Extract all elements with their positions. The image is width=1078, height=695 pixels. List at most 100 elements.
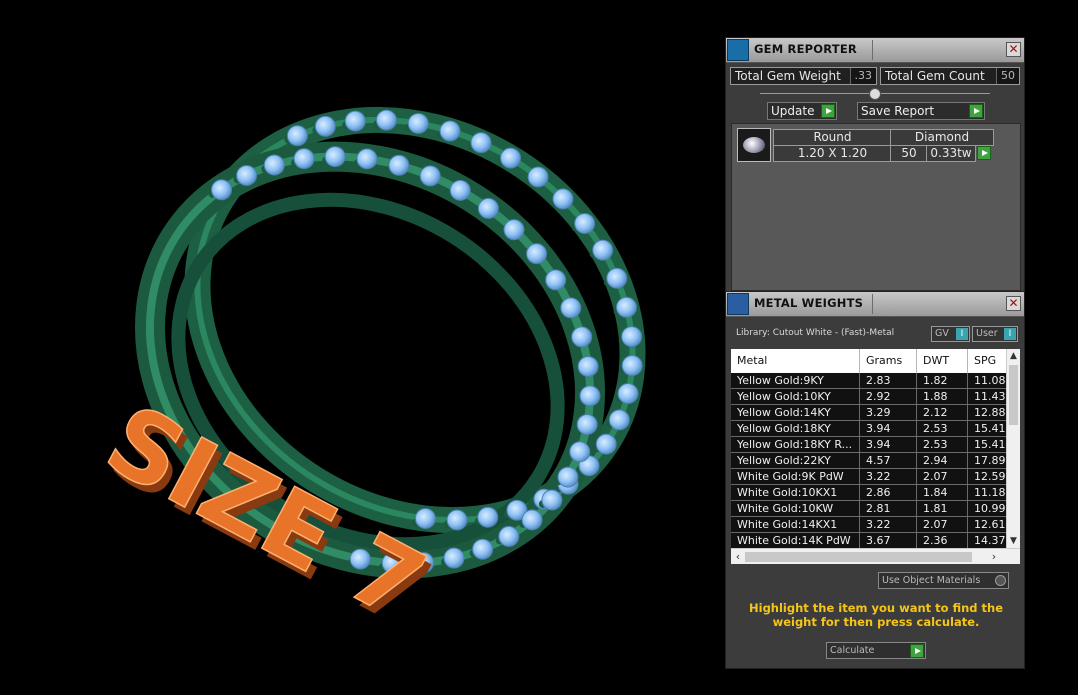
gem-size: 1.20 X 1.20 bbox=[773, 145, 892, 162]
close-icon[interactable]: ✕ bbox=[1006, 296, 1021, 311]
grams-cell: 2.81 bbox=[860, 501, 917, 517]
diamond-stone bbox=[557, 466, 579, 488]
size-7-model-text: SIZE 7 SIZE 7 bbox=[88, 383, 447, 650]
diamond-stone bbox=[314, 115, 336, 137]
diamond-stone bbox=[621, 355, 643, 377]
scroll-left-icon[interactable]: ‹ bbox=[731, 549, 745, 564]
spg-cell: 11.08 bbox=[968, 373, 1007, 389]
column-header-spg[interactable]: SPG bbox=[968, 349, 1007, 373]
grams-cell: 3.94 bbox=[860, 421, 917, 437]
ring-render: SIZE 7 SIZE 7 bbox=[88, 106, 646, 650]
metal-cell: Yellow Gold:10KY bbox=[731, 389, 860, 405]
update-button[interactable]: Update bbox=[767, 102, 837, 120]
table-row[interactable]: Yellow Gold:18KY 3.94 2.53 15.41 bbox=[731, 421, 1007, 437]
metal-weights-title: METAL WEIGHTS bbox=[754, 296, 864, 310]
grams-cell: 3.29 bbox=[860, 405, 917, 421]
scroll-thumb[interactable] bbox=[1009, 365, 1018, 425]
metal-cell: White Gold:10KX1 bbox=[731, 485, 860, 501]
dwt-cell: 2.07 bbox=[917, 469, 968, 485]
metal-weights-titlebar[interactable]: METAL WEIGHTS ✕ bbox=[726, 292, 1024, 317]
gem-shape: Round bbox=[773, 129, 892, 146]
dwt-cell: 2.12 bbox=[917, 405, 968, 421]
metal-weights-icon bbox=[727, 293, 749, 315]
table-row[interactable]: Yellow Gold:18KY R... 3.94 2.53 15.41 bbox=[731, 437, 1007, 453]
diamond-stone bbox=[500, 147, 522, 169]
calculate-button[interactable]: Calculate bbox=[826, 642, 926, 659]
round-diamond-thumbnail[interactable] bbox=[737, 128, 771, 162]
table-row[interactable]: White Gold:10KX1 2.86 1.84 11.18 bbox=[731, 485, 1007, 501]
column-header-grams[interactable]: Grams bbox=[860, 349, 917, 373]
column-header-metal[interactable]: Metal bbox=[731, 349, 860, 373]
gem-type: Diamond bbox=[890, 129, 994, 146]
splitter-handle[interactable] bbox=[869, 88, 881, 100]
column-header-dwt[interactable]: DWT bbox=[917, 349, 968, 373]
dwt-cell: 1.82 bbox=[917, 373, 968, 389]
scroll-thumb[interactable] bbox=[745, 552, 972, 562]
table-row[interactable]: Yellow Gold:9KY 2.83 1.82 11.08 bbox=[731, 373, 1007, 389]
metal-cell: White Gold:14KX1 bbox=[731, 517, 860, 533]
user-button[interactable]: I bbox=[1004, 328, 1016, 340]
spg-cell: 15.41 bbox=[968, 421, 1007, 437]
diamond-stone bbox=[608, 409, 630, 431]
diamond-stone bbox=[552, 188, 574, 210]
scroll-right-icon[interactable]: › bbox=[987, 549, 1001, 564]
instruction-text: Highlight the item you want to find the … bbox=[749, 601, 1003, 629]
grams-cell: 3.94 bbox=[860, 437, 917, 453]
table-body: Yellow Gold:9KY 2.83 1.82 11.08 Yellow Gold:… bbox=[731, 373, 1007, 549]
table-row[interactable]: White Gold:9K PdW 3.22 2.07 12.59 bbox=[731, 469, 1007, 485]
metal-cell: White Gold:10KW bbox=[731, 501, 860, 517]
spg-cell: 17.89 bbox=[968, 453, 1007, 469]
gem-weight: 0.33tw bbox=[926, 145, 976, 162]
use-object-materials-label: Use Object Materials bbox=[882, 575, 981, 586]
use-object-materials-toggle[interactable]: Use Object Materials bbox=[878, 572, 1009, 589]
total-gem-count-field: Total Gem Count 50 bbox=[880, 67, 1020, 85]
scroll-down-icon[interactable]: ▼ bbox=[1007, 534, 1020, 548]
gem-list: Round Diamond 1.20 X 1.20 50 0.33tw bbox=[731, 123, 1021, 291]
table-row[interactable]: White Gold:14KX1 3.22 2.07 12.61 bbox=[731, 517, 1007, 533]
table-row[interactable]: Yellow Gold:22KY 4.57 2.94 17.89 bbox=[731, 453, 1007, 469]
diamond-stone bbox=[560, 297, 582, 319]
gv-button[interactable]: I bbox=[956, 328, 968, 340]
diamond-stone bbox=[446, 509, 468, 531]
scroll-up-icon[interactable]: ▲ bbox=[1007, 349, 1020, 363]
update-label: Update bbox=[771, 104, 815, 118]
titlebar-divider bbox=[872, 294, 873, 314]
close-icon[interactable]: ✕ bbox=[1006, 42, 1021, 57]
horizontal-scrollbar[interactable]: ‹ › bbox=[731, 548, 1020, 564]
gem-detail-play-icon[interactable] bbox=[977, 146, 991, 160]
user-toggle[interactable]: User I bbox=[972, 326, 1018, 342]
table-row[interactable]: Yellow Gold:14KY 3.29 2.12 12.88 bbox=[731, 405, 1007, 421]
dwt-cell: 2.53 bbox=[917, 437, 968, 453]
gem-reporter-titlebar[interactable]: GEM REPORTER ✕ bbox=[726, 38, 1024, 63]
calculate-label: Calculate bbox=[830, 645, 875, 656]
diamond-stone bbox=[617, 382, 639, 404]
table-row[interactable]: White Gold:10KW 2.81 1.81 10.99 bbox=[731, 501, 1007, 517]
spg-cell: 11.43 bbox=[968, 389, 1007, 405]
gv-toggle[interactable]: GV I bbox=[931, 326, 970, 342]
total-gem-count-value: 50 bbox=[996, 68, 1019, 84]
diamond-stone bbox=[577, 355, 599, 377]
dwt-cell: 1.88 bbox=[917, 389, 968, 405]
total-gem-weight-value: .33 bbox=[849, 68, 876, 84]
gem-reporter-panel: GEM REPORTER ✕ Total Gem Weight .33 Tota… bbox=[725, 37, 1025, 295]
diamond-stone bbox=[375, 109, 397, 131]
play-icon bbox=[969, 104, 983, 118]
spg-cell: 10.99 bbox=[968, 501, 1007, 517]
diamond-stone bbox=[419, 165, 441, 187]
table-row[interactable]: White Gold:14K PdW 3.67 2.36 14.37 bbox=[731, 533, 1007, 549]
diamond-stone bbox=[477, 506, 499, 528]
3d-viewport[interactable]: SIZE 7 SIZE 7 bbox=[0, 0, 720, 695]
metal-cell: White Gold:14K PdW bbox=[731, 533, 860, 549]
vertical-scrollbar[interactable]: ▲ ▼ bbox=[1006, 349, 1020, 548]
diamond-stone bbox=[293, 148, 315, 170]
grams-cell: 2.83 bbox=[860, 373, 917, 389]
diamond-stone bbox=[576, 413, 598, 435]
diamond-stone bbox=[545, 269, 567, 291]
save-report-button[interactable]: Save Report bbox=[857, 102, 985, 120]
diamond-stone bbox=[211, 179, 233, 201]
table-row[interactable]: Yellow Gold:10KY 2.92 1.88 11.43 bbox=[731, 389, 1007, 405]
diamond-stone bbox=[324, 146, 346, 168]
diamond-stone bbox=[527, 166, 549, 188]
metal-cell: Yellow Gold:22KY bbox=[731, 453, 860, 469]
user-label: User bbox=[976, 328, 998, 339]
